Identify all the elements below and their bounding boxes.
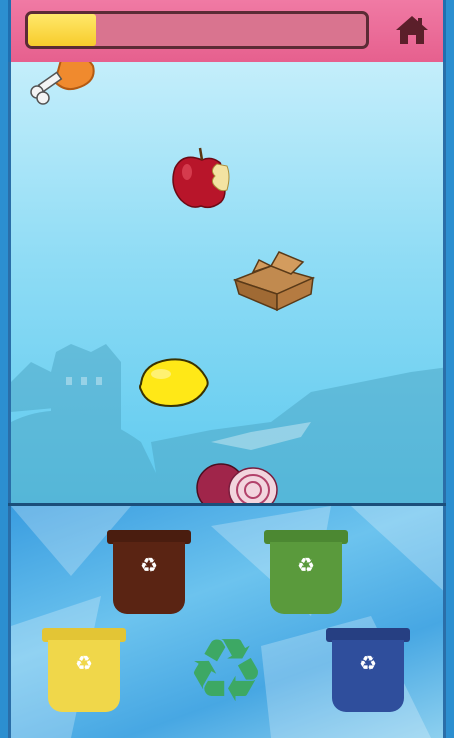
bin-zone: ♻ ♻ ♻ ♻ ♻ <box>8 506 446 738</box>
cardboard-box-item[interactable] <box>231 248 317 314</box>
recycle-icon: ♻ <box>297 555 315 577</box>
green-bin[interactable]: ♻ <box>264 530 348 614</box>
recycle-logo-icon: ♻ <box>186 621 266 720</box>
recycle-icon: ♻ <box>75 653 93 675</box>
recycle-icon: ♻ <box>359 653 377 675</box>
bitten-apple-item[interactable] <box>169 146 235 212</box>
bin-body: ♻ <box>48 640 120 712</box>
home-button[interactable] <box>393 11 431 49</box>
red-onion-item[interactable] <box>195 458 279 504</box>
bin-body: ♻ <box>270 542 342 614</box>
progress-fill <box>28 14 96 46</box>
recycle-icon: ♻ <box>140 555 158 577</box>
blue-bin[interactable]: ♻ <box>326 628 410 712</box>
bin-body: ♻ <box>113 542 185 614</box>
play-field <box>8 62 446 504</box>
bin-body: ♻ <box>332 640 404 712</box>
brown-bin[interactable]: ♻ <box>107 530 191 614</box>
chicken-drumstick-item[interactable] <box>25 62 97 110</box>
top-bar <box>8 0 446 62</box>
progress-bar <box>25 11 369 49</box>
home-icon <box>396 16 428 44</box>
yellow-bin[interactable]: ♻ <box>42 628 126 712</box>
lemon-item[interactable] <box>137 354 211 410</box>
recycle-logo: ♻ <box>181 626 271 716</box>
